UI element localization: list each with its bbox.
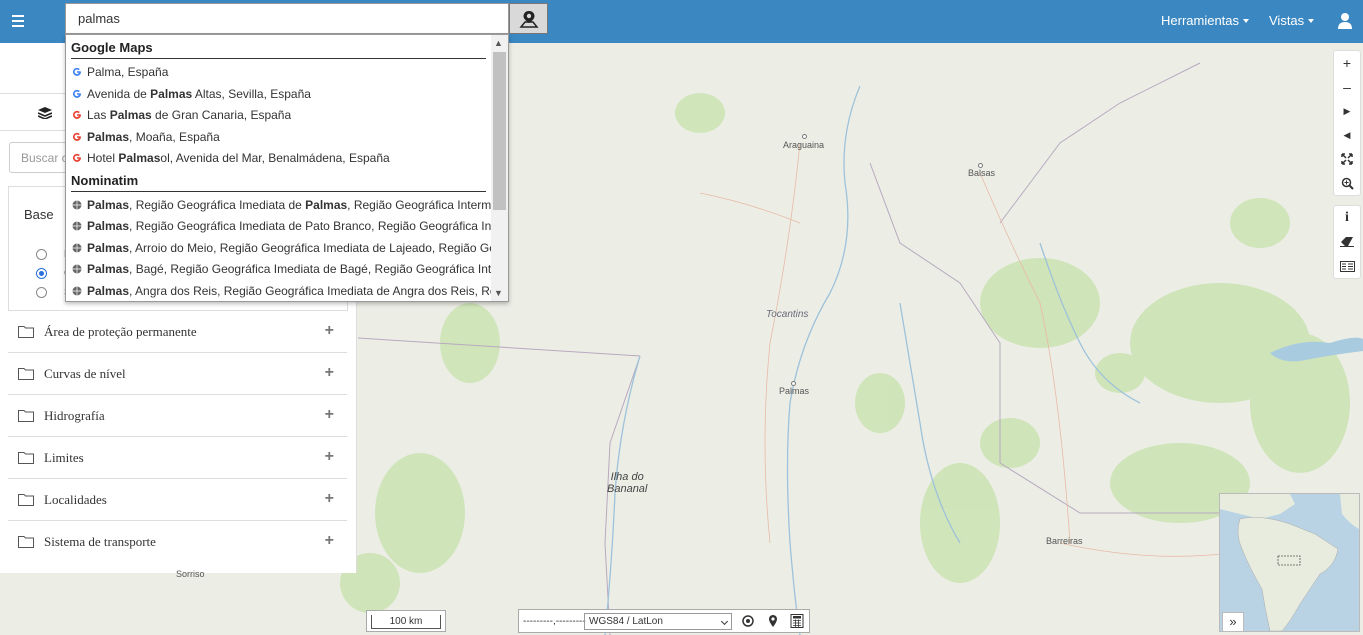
folder-icon: [18, 536, 34, 548]
overview-map-image: [1220, 494, 1359, 632]
caret-down-icon: [1308, 19, 1315, 23]
suggestion-item[interactable]: Hotel Palmas ol, Avenida del Mar, Benalmá…: [72, 147, 492, 168]
provider-header: Nominatim: [71, 168, 486, 192]
globe-icon: [72, 286, 82, 295]
expand-icon[interactable]: +: [325, 406, 334, 424]
eraser-icon[interactable]: [1334, 230, 1360, 254]
layer-group[interactable]: Hidrografía +: [8, 395, 347, 437]
island-label: Ilha do Bananal: [607, 471, 648, 495]
locate-icon[interactable]: [741, 614, 755, 628]
dropdown-scrollbar[interactable]: ▲ ▼: [491, 35, 508, 301]
map-tool-controls: i: [1333, 205, 1361, 279]
layer-group[interactable]: Área de proteção permanente +: [8, 311, 347, 353]
layers-icon: [37, 107, 52, 119]
expand-icon[interactable]: +: [325, 448, 334, 466]
region-label: Tocantins: [766, 309, 809, 320]
expand-icon[interactable]: +: [325, 322, 334, 340]
folder-icon: [18, 494, 34, 506]
crs-select[interactable]: WGS84 / LatLon: [584, 613, 732, 630]
suggestion-item[interactable]: Palmas, Bagé, Região Geográfica Imediata…: [72, 258, 492, 279]
coordinates-readout: ---------,---------: [523, 616, 586, 627]
map-pin-icon[interactable]: [766, 614, 780, 628]
globe-icon: [72, 264, 82, 273]
place-label: Barreiras: [1046, 536, 1083, 546]
previous-view-icon[interactable]: ◀: [1334, 123, 1360, 147]
suggestion-item[interactable]: Palmas, Moaña, España: [72, 126, 492, 147]
scroll-down-icon[interactable]: ▼: [494, 288, 503, 298]
chevron-down-icon: [720, 617, 729, 626]
info-icon[interactable]: i: [1334, 206, 1360, 230]
folder-icon: [18, 452, 34, 464]
google-icon: [73, 153, 81, 162]
city-marker: [802, 134, 807, 139]
provider-header: Google Maps: [71, 35, 486, 59]
suggestion-item[interactable]: Palma, España: [72, 61, 492, 82]
zoom-out-icon[interactable]: –: [1334, 75, 1360, 99]
expand-icon[interactable]: +: [325, 490, 334, 508]
search-suggestions: Google Maps Palma, España Avenida de Pal…: [65, 34, 509, 302]
scale-label: 100 km: [371, 615, 441, 629]
full-extent-icon[interactable]: [1334, 147, 1360, 171]
geocode-search-button[interactable]: [509, 3, 548, 34]
calculator-icon[interactable]: [790, 614, 804, 628]
suggestion-item[interactable]: Palmas, Região Geográfica Imediata de Pa…: [72, 215, 492, 236]
place-label: Palmas: [779, 386, 810, 396]
globe-icon: [72, 243, 82, 252]
layer-group[interactable]: Curvas de nível +: [8, 353, 347, 395]
base-label: Base: [24, 207, 54, 222]
map-navigation-controls: + – ▶ ◀: [1333, 50, 1361, 196]
layer-group[interactable]: Sistema de transporte +: [8, 521, 347, 563]
place-label: Araguaina: [783, 140, 825, 150]
expand-icon[interactable]: +: [325, 364, 334, 382]
user-icon[interactable]: [1337, 12, 1353, 30]
globe-icon: [72, 221, 82, 230]
suggestion-item[interactable]: Las Palmas de Gran Canaria, España: [72, 104, 492, 125]
folder-icon: [18, 368, 34, 380]
suggestion-item[interactable]: Avenida de Palmas Altas, Sevilla, España: [72, 83, 492, 104]
google-icon: [73, 67, 81, 76]
scroll-up-icon[interactable]: ▲: [494, 38, 503, 48]
base-radio[interactable]: [36, 287, 47, 298]
tools-menu[interactable]: Herramientas: [1161, 13, 1250, 28]
google-icon: [73, 89, 81, 98]
expand-icon[interactable]: +: [325, 532, 334, 550]
folder-icon: [18, 326, 34, 338]
place-label: Balsas: [968, 168, 996, 178]
views-menu[interactable]: Vistas: [1269, 13, 1315, 28]
layer-group[interactable]: Limites +: [8, 437, 347, 479]
layer-group[interactable]: Localidades +: [8, 479, 347, 521]
suggestion-item[interactable]: Palmas, Região Geográfica Imediata de Pa…: [72, 194, 492, 215]
next-view-icon[interactable]: ▶: [1334, 99, 1360, 123]
legend-icon[interactable]: [1334, 254, 1360, 278]
menu-icon[interactable]: [8, 10, 30, 32]
folder-icon: [18, 410, 34, 422]
zoom-box-icon[interactable]: [1334, 171, 1360, 195]
scroll-thumb[interactable]: [493, 52, 506, 210]
coordinates-bar: ---------,--------- WGS84 / LatLon: [518, 609, 810, 633]
search-input[interactable]: [65, 3, 509, 34]
suggestion-item[interactable]: Palmas, Arroio do Meio, Região Geográfic…: [72, 237, 492, 258]
scale-line: 100 km: [366, 610, 446, 632]
base-radio-selected[interactable]: [36, 268, 47, 279]
suggestion-item[interactable]: Palmas, Angra dos Reis, Região Geográfic…: [72, 280, 492, 301]
base-radio[interactable]: [36, 249, 47, 260]
overview-toggle-button[interactable]: »: [1222, 612, 1244, 632]
map-marker-icon: [518, 10, 539, 28]
google-icon: [73, 132, 81, 141]
caret-down-icon: [1243, 19, 1250, 23]
zoom-in-icon[interactable]: +: [1334, 51, 1360, 75]
place-label: Sorriso: [176, 569, 205, 579]
google-icon: [73, 110, 81, 119]
globe-icon: [72, 200, 82, 209]
